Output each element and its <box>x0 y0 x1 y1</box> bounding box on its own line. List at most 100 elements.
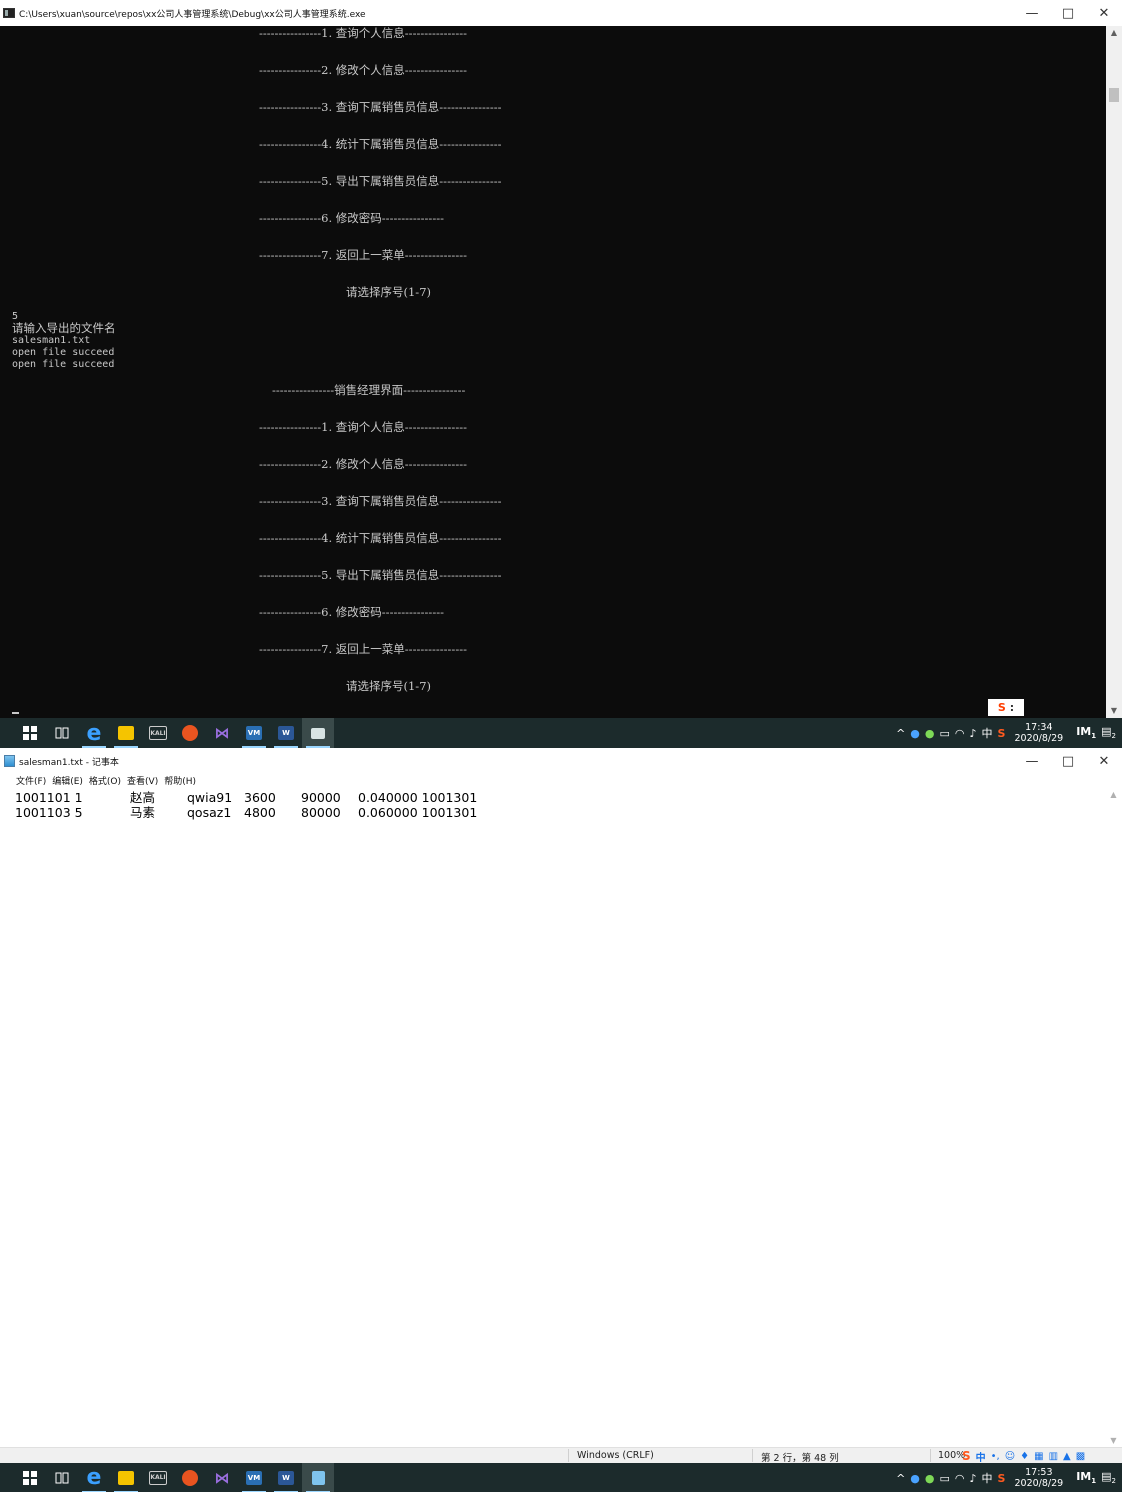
ime-menu-icon[interactable]: : <box>1010 701 1014 714</box>
visual-studio-icon[interactable]: ⋈ <box>206 718 238 748</box>
clock-date: 2020/8/29 <box>1014 733 1064 744</box>
menu-view[interactable]: 查看(V) <box>127 774 158 787</box>
punctuation-icon[interactable]: •, <box>991 1451 1000 1462</box>
task-view-icon[interactable] <box>46 1463 78 1492</box>
file-explorer-icon[interactable] <box>110 718 142 748</box>
wechat-icon[interactable]: ● <box>925 727 935 740</box>
kali-icon[interactable]: KALI <box>142 1463 174 1492</box>
sogou-icon: S <box>997 701 1006 714</box>
vmware-icon[interactable]: VM <box>238 1463 270 1492</box>
toolbox-icon[interactable]: ▥ <box>1049 1451 1058 1462</box>
console-taskbar-icon[interactable] <box>302 718 334 748</box>
edge-icon[interactable]: e <box>78 718 110 748</box>
sogou-tray-icon[interactable]: S <box>998 727 1006 740</box>
notepad-titlebar[interactable]: salesman1.txt - 记事本 — □ ✕ <box>0 748 1122 774</box>
notepad-text-area[interactable]: 1001101 1 赵高 qwia91 3600 90000 0.040000 … <box>15 790 477 820</box>
grid-icon[interactable]: ▩ <box>1076 1451 1085 1462</box>
emoji-icon[interactable]: ☺ <box>1005 1451 1015 1462</box>
minimize-icon[interactable]: — <box>1014 748 1050 774</box>
menu2-item-4: ----------------4. 统计下属销售员信息------------… <box>259 531 502 545</box>
input-method-indicator[interactable]: 中 <box>982 725 993 741</box>
visual-studio-icon[interactable]: ⋈ <box>206 1463 238 1492</box>
battery-icon[interactable]: ▭ <box>940 727 950 740</box>
minimize-icon[interactable]: — <box>1014 0 1050 26</box>
edge-icon[interactable]: e <box>78 1463 110 1492</box>
word-icon[interactable]: W <box>270 1463 302 1492</box>
notepad-taskbar-icon[interactable] <box>302 1462 334 1492</box>
im-app-icon[interactable]: IM1 <box>1076 725 1096 740</box>
ime-floating-bar[interactable]: S : <box>988 699 1024 716</box>
notification-count: 2 <box>1111 732 1116 741</box>
ime-toolbar[interactable]: S 中 •, ☺ ♦ ▦ ▥ ▲ ▩ <box>962 1448 1085 1464</box>
vmware-icon[interactable]: VM <box>238 718 270 748</box>
sogou-icon[interactable]: S <box>962 1449 971 1463</box>
bluetooth-icon[interactable]: ● <box>910 727 920 740</box>
cursor-position-status: 第 2 行，第 48 列 <box>761 1453 839 1464</box>
chevron-up-icon[interactable]: ^ <box>896 1472 905 1485</box>
ubuntu-icon[interactable] <box>174 718 206 748</box>
menu-edit[interactable]: 编辑(E) <box>52 774 83 787</box>
menu2-prompt: 请选择序号(1-7) <box>346 679 431 693</box>
maximize-icon[interactable]: □ <box>1050 748 1086 774</box>
volume-icon[interactable]: ♪ <box>970 1472 977 1485</box>
console-titlebar[interactable]: C:\Users\xuan\source\repos\xx公司人事管理系统\De… <box>0 0 1122 26</box>
menu1-item-6: ----------------6. 修改密码---------------- <box>259 211 444 225</box>
chevron-up-icon[interactable]: ^ <box>896 727 905 740</box>
text-cell: 80000 <box>301 805 341 820</box>
word-icon[interactable]: W <box>270 718 302 748</box>
keyboard-icon[interactable]: ▦ <box>1034 1451 1043 1462</box>
menu-format[interactable]: 格式(O) <box>89 774 121 787</box>
close-icon[interactable]: ✕ <box>1086 0 1122 26</box>
menu2-item-6: ----------------6. 修改密码---------------- <box>259 605 444 619</box>
clock[interactable]: 17:34 2020/8/29 <box>1014 722 1063 744</box>
maximize-icon[interactable]: □ <box>1050 0 1086 26</box>
menu1-item-3: ----------------3. 查询下属销售员信息------------… <box>259 100 502 114</box>
bluetooth-icon[interactable]: ● <box>910 1472 920 1485</box>
wifi-icon[interactable]: ◠ <box>955 727 965 740</box>
menu-help[interactable]: 帮助(H) <box>164 774 196 787</box>
menu-header: ----------------销售经理界面---------------- <box>272 383 466 397</box>
notepad-scrollbar[interactable]: ▲ ▼ <box>1105 788 1122 1447</box>
scroll-down-icon[interactable]: ▼ <box>1105 1436 1122 1445</box>
status-separator <box>752 1449 753 1462</box>
console-window[interactable]: C:\Users\xuan\source\repos\xx公司人事管理系统\De… <box>0 0 1122 718</box>
text-cell: 1001101 1 <box>15 790 83 805</box>
volume-icon[interactable]: ♪ <box>970 727 977 740</box>
console-output[interactable]: ----------------1. 查询个人信息---------------… <box>0 26 1106 718</box>
scroll-thumb[interactable] <box>1109 88 1119 102</box>
ubuntu-icon[interactable] <box>174 1463 206 1492</box>
ask-filename: 请输入导出的文件名 <box>12 321 116 335</box>
notepad-window[interactable]: salesman1.txt - 记事本 — □ ✕ 文件(F) 编辑(E) 格式… <box>0 748 1122 1464</box>
start-icon[interactable] <box>14 718 46 748</box>
skin-icon[interactable]: ▲ <box>1063 1451 1071 1462</box>
sogou-tray-icon[interactable]: S <box>998 1472 1006 1485</box>
scroll-up-icon[interactable]: ▲ <box>1105 790 1122 799</box>
menu2-item-3: ----------------3. 查询下属销售员信息------------… <box>259 494 502 508</box>
wechat-icon[interactable]: ● <box>925 1472 935 1485</box>
menu-file[interactable]: 文件(F) <box>16 774 46 787</box>
scroll-down-icon[interactable]: ▼ <box>1106 704 1122 718</box>
notification-icon[interactable]: ▤2 <box>1101 1470 1116 1485</box>
input-method-indicator[interactable]: 中 <box>982 1470 993 1486</box>
im-app-icon[interactable]: IM1 <box>1076 1470 1096 1485</box>
console-scrollbar[interactable]: ▲ ▼ <box>1106 26 1122 718</box>
start-icon[interactable] <box>14 1463 46 1492</box>
scroll-up-icon[interactable]: ▲ <box>1106 26 1122 40</box>
notification-icon[interactable]: ▤2 <box>1101 725 1116 740</box>
menu2-item-2: ----------------2. 修改个人信息---------------… <box>259 457 467 471</box>
wifi-icon[interactable]: ◠ <box>955 1472 965 1485</box>
voice-icon[interactable]: ♦ <box>1020 1451 1029 1462</box>
task-view-icon[interactable] <box>46 718 78 748</box>
close-icon[interactable]: ✕ <box>1086 748 1122 774</box>
battery-icon[interactable]: ▭ <box>940 1472 950 1485</box>
clock[interactable]: 17:53 2020/8/29 <box>1014 1467 1063 1489</box>
file-explorer-icon[interactable] <box>110 1463 142 1492</box>
log-line-1: open file succeed <box>12 347 115 358</box>
chinese-mode-icon[interactable]: 中 <box>976 1449 986 1464</box>
text-cell: qwia91 <box>187 790 233 805</box>
menu1-item-2: ----------------2. 修改个人信息---------------… <box>259 63 467 77</box>
kali-icon[interactable]: KALI <box>142 718 174 748</box>
notepad-window-controls: — □ ✕ <box>1014 748 1122 774</box>
system-tray: ^ ● ● ▭ ◠ ♪ 中 S 17:53 2020/8/29 IM1 ▤2 <box>896 1463 1122 1492</box>
text-cell: 4800 <box>244 805 276 820</box>
